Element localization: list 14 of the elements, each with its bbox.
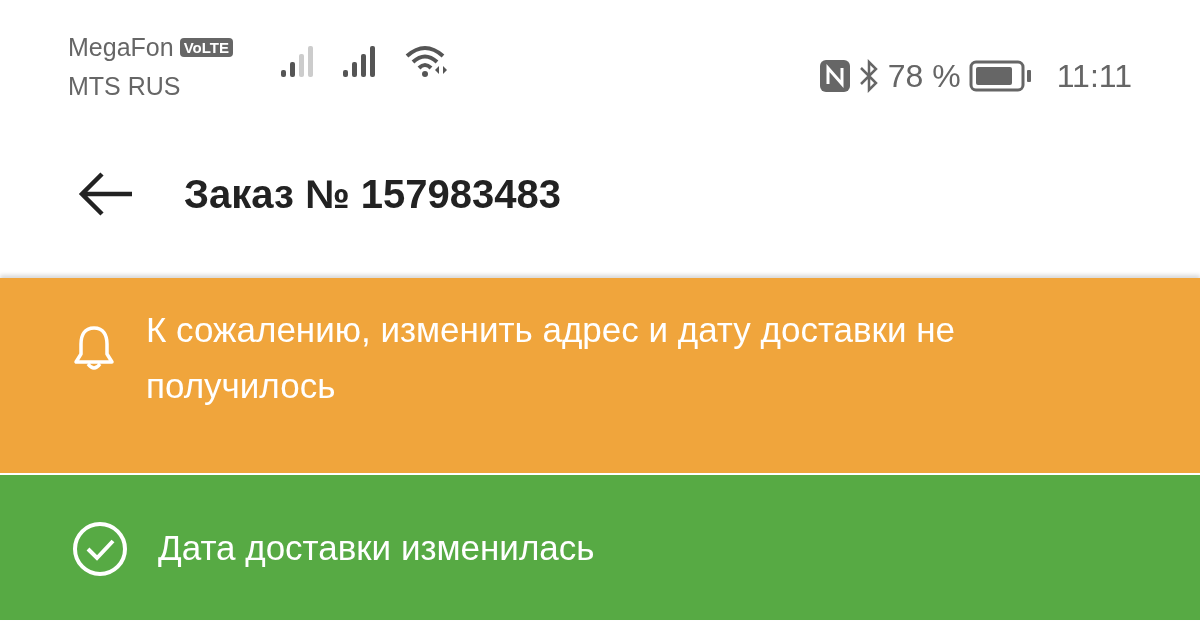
nfc-icon [819, 60, 850, 92]
clock-time: 11:11 [1056, 60, 1132, 92]
bluetooth-icon [857, 59, 880, 93]
volte-badge: VoLTE [179, 38, 233, 57]
carrier-name: MegaFon [68, 33, 174, 61]
battery-icon [968, 60, 1033, 92]
carrier-name: MTS RUS [68, 72, 181, 100]
back-arrow-icon[interactable] [78, 172, 134, 216]
wifi-icon [404, 44, 449, 78]
check-circle-icon [72, 520, 128, 577]
notification-text: К сожалению, изменить адрес и дату доставки не получилось [146, 309, 956, 407]
battery-percent: 78 % [887, 60, 961, 92]
page-title: Заказ № 157983483 [184, 171, 561, 218]
notification-text: Дата доставки изменилась [158, 526, 595, 569]
